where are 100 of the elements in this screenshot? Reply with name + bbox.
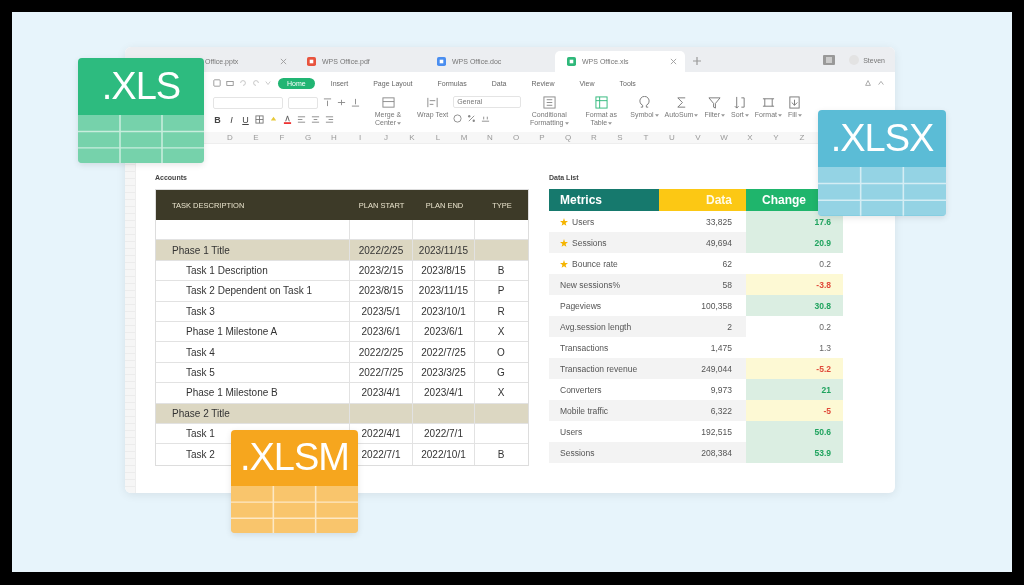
table-cell: Sessions: [572, 237, 607, 248]
table-cell: 2022/2/25: [358, 244, 404, 256]
close-icon[interactable]: [280, 58, 287, 65]
table-cell: 6,322: [710, 405, 732, 416]
filter-icon: [708, 96, 722, 109]
table-cell: 2023/6/1: [424, 326, 463, 338]
font-name-field[interactable]: [213, 96, 283, 109]
table-cell: Sessions: [560, 447, 595, 458]
table-cell: Task 5: [186, 366, 215, 378]
table-cell: X: [497, 387, 505, 399]
column-letter[interactable]: Y: [763, 133, 789, 142]
table-cell: Phase 2 Title: [172, 407, 230, 419]
column-letter[interactable]: T: [633, 133, 659, 142]
table-cell: 2023/10/1: [421, 305, 466, 317]
change-cell: 0.2: [746, 316, 843, 337]
table-cell: 2022/7/25: [421, 346, 466, 358]
currency-icon[interactable]: [453, 114, 463, 123]
column-letter[interactable]: H: [321, 133, 347, 142]
table-cell: Phase 1 Title: [172, 244, 230, 256]
column-letter[interactable]: F: [269, 133, 295, 142]
table-cell: 249,044: [701, 363, 732, 374]
font-size-field[interactable]: [288, 96, 318, 109]
table-cell: 2023/4/1: [361, 387, 401, 399]
table-cell: 33,825: [706, 216, 732, 227]
table-cell: R: [497, 305, 505, 317]
new-tab-icon[interactable]: [693, 57, 701, 65]
change-cell: 17.6: [746, 211, 843, 232]
table-cell: 100,358: [701, 300, 732, 311]
column-letter[interactable]: Z: [789, 133, 815, 142]
table-cell: Task 2: [186, 449, 215, 460]
table-cell: New sessions%: [560, 279, 620, 290]
table-cell: G: [497, 366, 505, 378]
column-letter[interactable]: N: [477, 133, 503, 142]
table-cell: 2022/4/1: [361, 428, 401, 440]
table-cell: 2023/2/15: [358, 264, 404, 276]
merge-cells-icon: [381, 96, 395, 109]
undo-icon[interactable]: [239, 79, 247, 87]
table-cell: B: [497, 449, 505, 460]
align-middle-icon[interactable]: [337, 98, 346, 107]
column-letter[interactable]: P: [529, 133, 555, 142]
table-cell: 2023/4/1: [424, 387, 463, 399]
table-cell: 2: [727, 321, 732, 332]
column-letter[interactable]: O: [503, 133, 529, 142]
table-cell: 49,694: [706, 237, 732, 248]
change-cell: 53.9: [746, 442, 843, 463]
column-letter[interactable]: X: [737, 133, 763, 142]
align-right-icon[interactable]: [325, 115, 334, 124]
share-icon[interactable]: [864, 79, 872, 87]
column-letter[interactable]: L: [425, 133, 451, 142]
close-icon[interactable]: [670, 58, 677, 65]
wrap-text-icon: [426, 96, 440, 109]
table-cell: Task 2 Dependent on Task 1: [186, 285, 312, 297]
caret-icon[interactable]: [265, 80, 271, 86]
percent-icon[interactable]: [467, 114, 477, 123]
redo-icon[interactable]: [252, 79, 260, 87]
table-cell: Phase 1 Milestone B: [186, 387, 278, 399]
column-letter[interactable]: S: [607, 133, 633, 142]
fill-down-icon: [788, 96, 802, 109]
column-letter[interactable]: K: [399, 133, 425, 142]
column-letter[interactable]: R: [581, 133, 607, 142]
change-cell: 50.6: [746, 421, 843, 442]
align-bottom-icon[interactable]: [351, 98, 360, 107]
table-cell: 208,384: [701, 447, 732, 458]
column-letter[interactable]: W: [711, 133, 737, 142]
table-cell: 2023/8/15: [358, 285, 404, 297]
align-top-icon[interactable]: [323, 98, 332, 107]
change-cell: -5: [746, 400, 843, 421]
column-header: Data: [659, 189, 746, 211]
column-header: Metrics: [549, 189, 659, 211]
italic-button[interactable]: I: [227, 114, 236, 125]
column-letter[interactable]: G: [295, 133, 321, 142]
file-type-label: .XLSM: [238, 435, 350, 481]
table-cell: Converters: [560, 384, 602, 395]
table-cell: Task 1: [186, 428, 215, 440]
file-icon: [307, 57, 316, 66]
window-icon[interactable]: [823, 55, 836, 65]
borders-icon[interactable]: [255, 115, 264, 124]
table-cell: Users: [560, 426, 583, 437]
align-left-icon[interactable]: [297, 115, 306, 124]
print-icon[interactable]: [226, 79, 234, 87]
font-color-icon[interactable]: [283, 115, 292, 124]
column-letter[interactable]: V: [685, 133, 711, 142]
column-letter[interactable]: E: [243, 133, 269, 142]
column-letter[interactable]: M: [451, 133, 477, 142]
save-icon[interactable]: [213, 79, 221, 87]
align-center-icon[interactable]: [311, 115, 320, 124]
bold-button[interactable]: B: [213, 114, 222, 125]
underline-button[interactable]: U: [241, 114, 250, 125]
table-cell: 2023/6/1: [361, 326, 401, 338]
table-cell: Transactions: [560, 342, 609, 353]
column-letter[interactable]: Q: [555, 133, 581, 142]
file-type-label: .XLS: [100, 63, 182, 109]
table-cell: 2022/7/1: [424, 428, 463, 440]
column-letter[interactable]: U: [659, 133, 685, 142]
column-letter[interactable]: J: [373, 133, 399, 142]
decimal-icon[interactable]: [481, 114, 491, 123]
collapse-icon[interactable]: [877, 79, 885, 87]
column-letter[interactable]: D: [217, 133, 243, 142]
table-cell: 62: [722, 258, 732, 269]
table-cell: 2023/11/15: [418, 244, 469, 256]
